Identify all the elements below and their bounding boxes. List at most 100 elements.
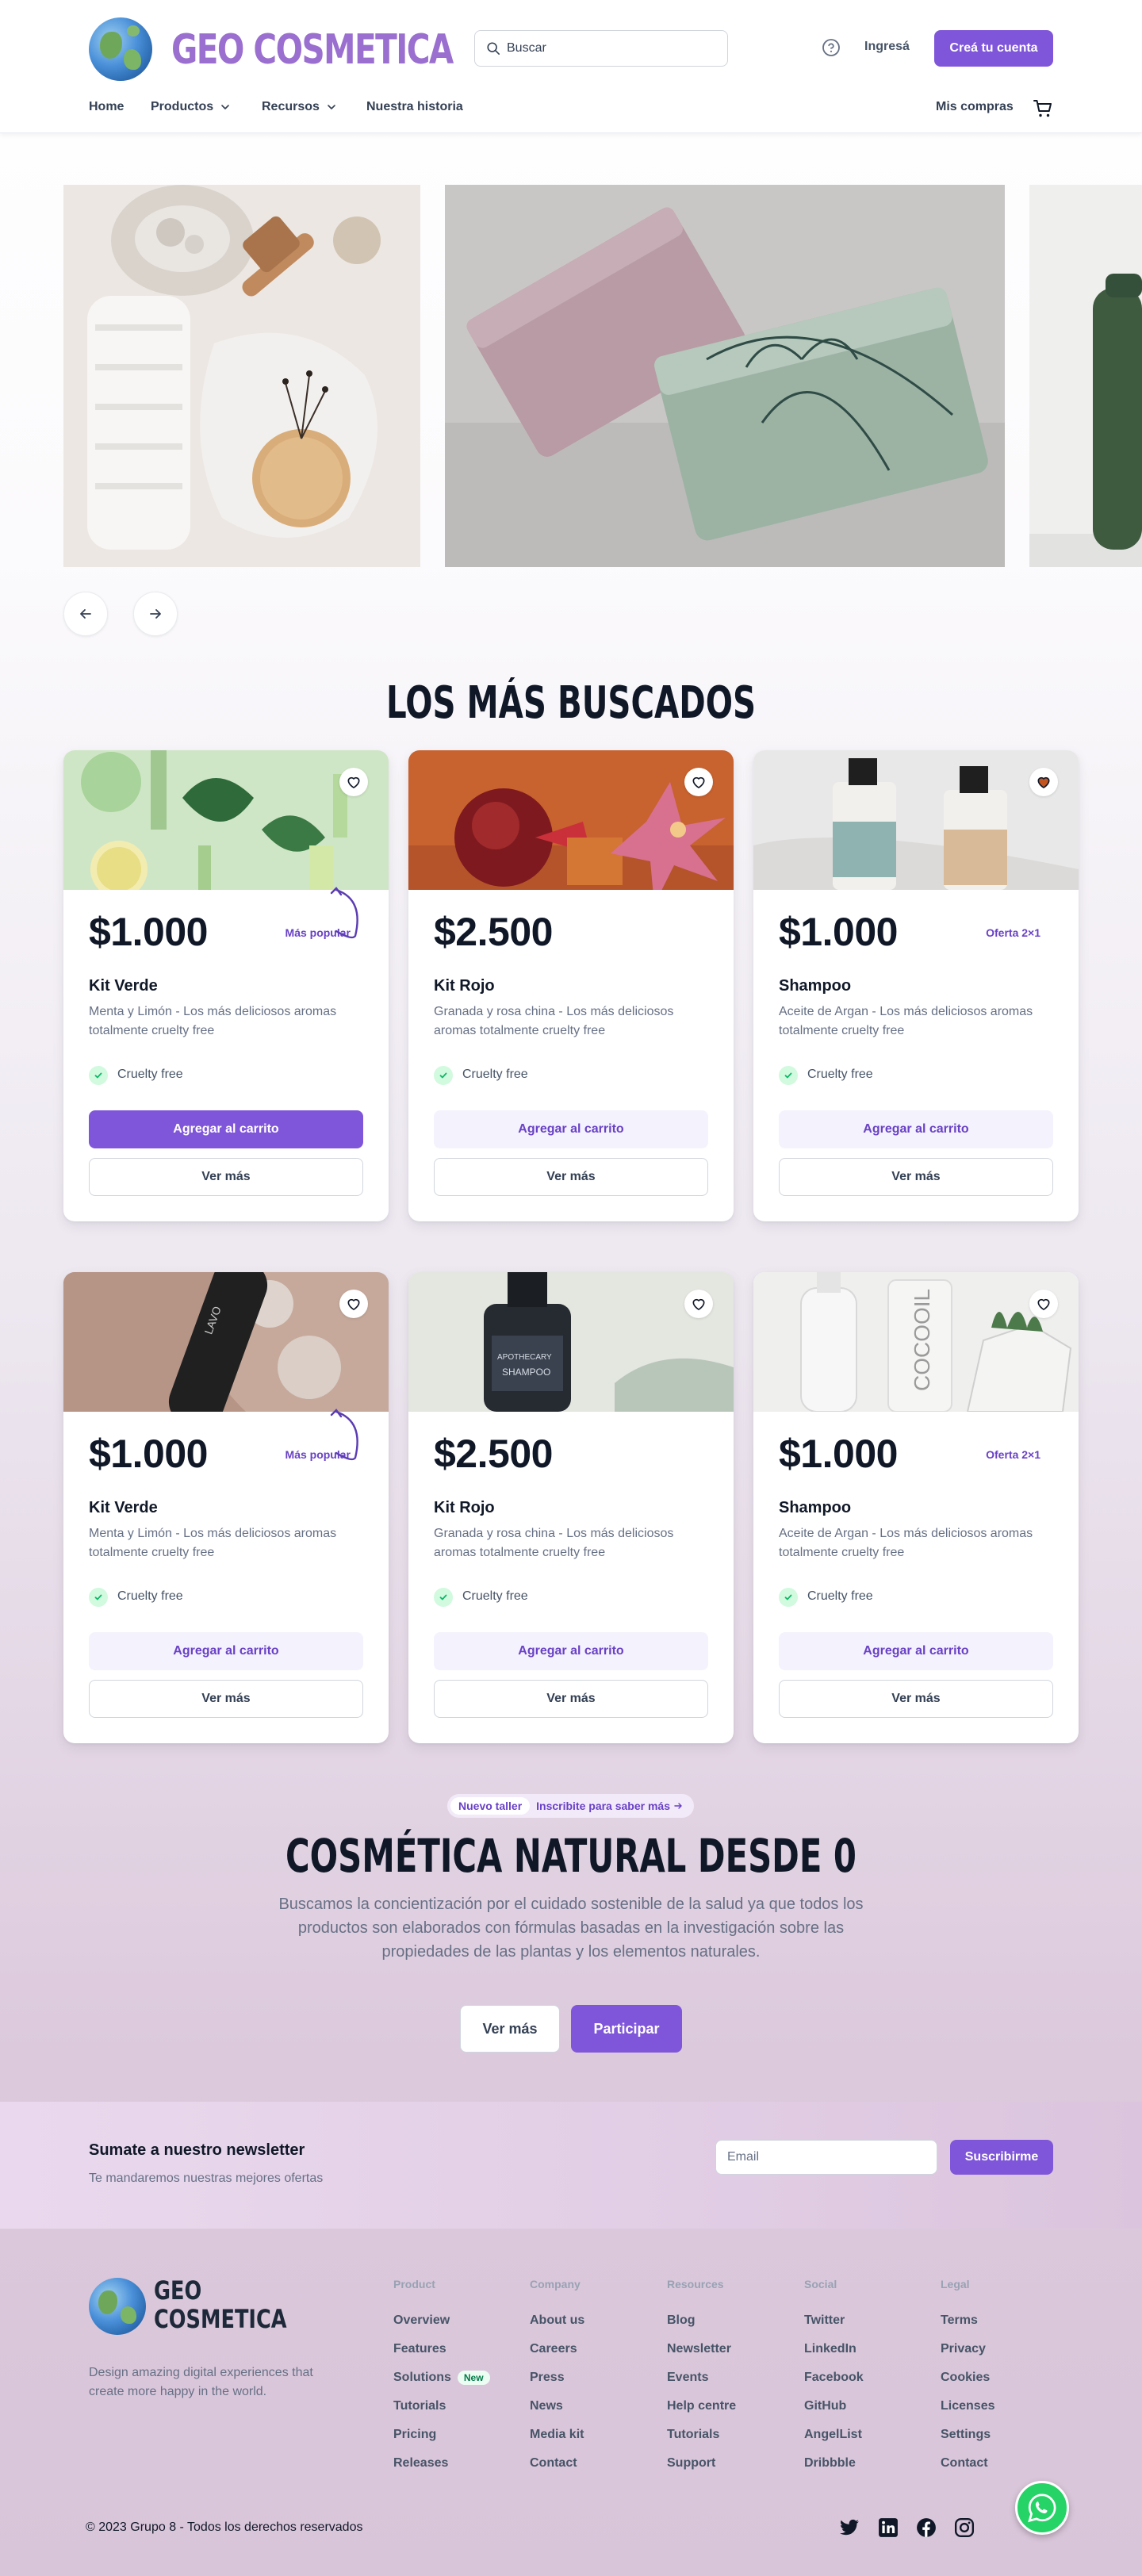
favorite-button[interactable] — [684, 768, 713, 796]
favorite-button[interactable] — [339, 1290, 368, 1318]
footer-link[interactable]: Solutions New — [393, 2363, 490, 2392]
footer-link[interactable]: Press — [530, 2363, 584, 2392]
signup-button[interactable]: Creá tu cuenta — [934, 30, 1053, 67]
linkedin-icon[interactable] — [878, 2517, 899, 2538]
product-card[interactable]: $2.500 Kit Rojo Granada y rosa china - L… — [408, 750, 734, 1221]
help-icon[interactable] — [822, 38, 841, 57]
footer-link[interactable]: Newsletter — [667, 2335, 736, 2363]
view-more-button[interactable]: Ver más — [779, 1158, 1053, 1196]
product-photo — [63, 750, 389, 890]
workshop-announcement-pill[interactable]: Nuevo taller Inscribite para saber más — [447, 1794, 695, 1818]
footer-link[interactable]: Facebook — [804, 2363, 864, 2392]
favorite-button[interactable] — [1029, 768, 1058, 796]
workshop-more-button[interactable]: Ver más — [460, 2005, 560, 2053]
carousel-prev-button[interactable] — [63, 592, 108, 636]
favorite-button[interactable] — [1029, 1290, 1058, 1318]
product-card[interactable]: APOTHECARY SHAMPOO $2.500 Kit Rojo Granad… — [408, 1272, 734, 1743]
login-link[interactable]: Ingresá — [864, 40, 910, 54]
footer-link[interactable]: Media kit — [530, 2421, 584, 2449]
footer-globe-logo-icon[interactable] — [89, 2278, 146, 2335]
favorite-button[interactable] — [684, 1290, 713, 1318]
footer-link-label: Press — [530, 2371, 565, 2384]
view-more-button[interactable]: Ver más — [779, 1680, 1053, 1718]
cart-icon[interactable] — [1033, 98, 1053, 119]
nav-productos[interactable]: Productos — [151, 100, 231, 114]
nav-home-label: Home — [89, 100, 125, 113]
add-to-cart-button[interactable]: Agregar al carrito — [779, 1632, 1053, 1670]
footer-link[interactable]: Overview — [393, 2306, 490, 2335]
brand-logo-text[interactable]: GEO COSMETICA — [171, 22, 454, 78]
footer-link[interactable]: Tutorials — [667, 2421, 736, 2449]
footer-link[interactable]: About us — [530, 2306, 584, 2335]
add-to-cart-button[interactable]: Agregar al carrito — [89, 1632, 363, 1670]
twitter-icon[interactable] — [839, 2517, 860, 2538]
favorite-button[interactable] — [339, 768, 368, 796]
search-box[interactable] — [474, 30, 728, 67]
footer-link[interactable]: Blog — [667, 2306, 736, 2335]
globe-logo-icon[interactable] — [89, 17, 152, 81]
view-more-button[interactable]: Ver más — [89, 1680, 363, 1718]
footer-link-label: Privacy — [941, 2342, 986, 2356]
carousel-slide-soaps[interactable] — [445, 185, 1005, 567]
nav-recursos[interactable]: Recursos — [262, 100, 337, 114]
instagram-icon[interactable] — [954, 2517, 975, 2538]
footer-link[interactable]: Events — [667, 2363, 736, 2392]
product-image[interactable]: LAVO — [63, 1272, 389, 1412]
add-to-cart-button[interactable]: Agregar al carrito — [434, 1110, 708, 1148]
product-name: Kit Verde — [89, 1499, 158, 1516]
product-image[interactable]: COCOOIL — [753, 1272, 1079, 1412]
pill-link[interactable]: Inscribite para saber más — [536, 1797, 691, 1815]
search-input[interactable] — [507, 31, 721, 66]
footer-link[interactable]: Dribbble — [804, 2449, 864, 2478]
view-more-button[interactable]: Ver más — [89, 1158, 363, 1196]
footer-link[interactable]: LinkedIn — [804, 2335, 864, 2363]
view-more-button[interactable]: Ver más — [434, 1158, 708, 1196]
footer-link[interactable]: Terms — [941, 2306, 994, 2335]
footer-link[interactable]: Licenses — [941, 2392, 994, 2421]
footer-link[interactable]: Cookies — [941, 2363, 994, 2392]
footer-link[interactable]: Careers — [530, 2335, 584, 2363]
add-to-cart-button[interactable]: Agregar al carrito — [779, 1110, 1053, 1148]
workshop-join-button[interactable]: Participar — [571, 2005, 682, 2053]
footer-link[interactable]: News — [530, 2392, 584, 2421]
newsletter-email-input[interactable] — [715, 2140, 937, 2175]
footer-link[interactable]: AngelList — [804, 2421, 864, 2449]
footer-link-label: Pricing — [393, 2428, 437, 2441]
footer-link[interactable]: Twitter — [804, 2306, 864, 2335]
footer-link[interactable]: Tutorials — [393, 2392, 490, 2421]
facebook-icon[interactable] — [916, 2517, 937, 2538]
footer-link[interactable]: Contact — [941, 2449, 994, 2478]
footer-link[interactable]: Features — [393, 2335, 490, 2363]
add-to-cart-button[interactable]: Agregar al carrito — [89, 1110, 363, 1148]
footer-link-label: Events — [667, 2371, 709, 2384]
view-more-button[interactable]: Ver más — [434, 1680, 708, 1718]
footer-link[interactable]: GitHub — [804, 2392, 864, 2421]
footer-brand[interactable]: GEO COSMETICA — [154, 2276, 287, 2333]
footer-link[interactable]: Support — [667, 2449, 736, 2478]
nav-home[interactable]: Home — [89, 100, 124, 114]
newsletter-subscribe-button[interactable]: Suscribirme — [950, 2140, 1053, 2175]
my-purchases-link[interactable]: Mis compras — [936, 100, 1014, 114]
product-image[interactable] — [63, 750, 389, 890]
carousel-next-button[interactable] — [133, 592, 178, 636]
product-image[interactable]: APOTHECARY SHAMPOO — [408, 1272, 734, 1412]
footer-link[interactable]: Pricing — [393, 2421, 490, 2449]
carousel-slide-bottle[interactable] — [1029, 185, 1142, 567]
product-card[interactable]: COCOOIL $1.000 Oferta 2×1 Shampoo Aceite… — [753, 1272, 1079, 1743]
product-card[interactable]: $1.000 Oferta 2×1 Shampoo Aceite de Arga… — [753, 750, 1079, 1221]
footer-link[interactable]: Settings — [941, 2421, 994, 2449]
product-card[interactable]: LAVO $1.000 Más popular Kit Verde Menta … — [63, 1272, 389, 1743]
check-icon — [779, 1588, 798, 1607]
product-image[interactable] — [408, 750, 734, 890]
nav-nuestra-historia[interactable]: Nuestra historia — [366, 100, 463, 114]
footer-link[interactable]: Privacy — [941, 2335, 994, 2363]
product-card[interactable]: $1.000 Más popular Kit Verde Menta y Lim… — [63, 750, 389, 1221]
add-to-cart-button[interactable]: Agregar al carrito — [434, 1632, 708, 1670]
footer-link[interactable]: Releases — [393, 2449, 490, 2478]
footer-link[interactable]: Contact — [530, 2449, 584, 2478]
whatsapp-button[interactable] — [1015, 2481, 1069, 2535]
product-image[interactable] — [753, 750, 1079, 890]
check-icon — [89, 1066, 108, 1085]
footer-link[interactable]: Help centre — [667, 2392, 736, 2421]
carousel-slide-spa[interactable] — [63, 185, 420, 567]
